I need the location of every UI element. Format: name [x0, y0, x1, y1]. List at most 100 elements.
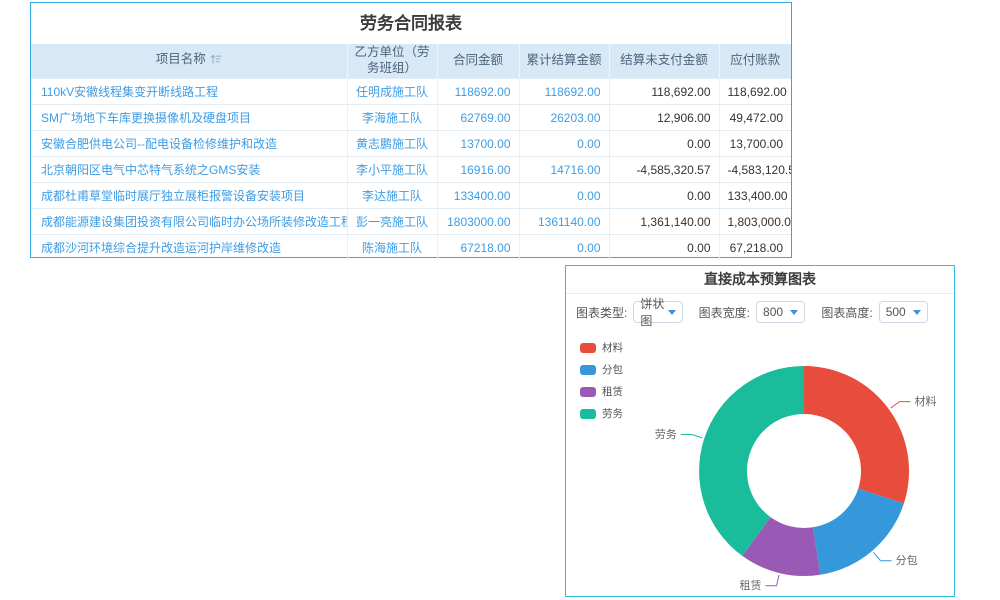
- cell-settled-amount: 26203.00: [519, 105, 609, 131]
- cell-project-name[interactable]: 安徽合肥供电公司--配电设备检修维护和改造: [31, 131, 347, 157]
- legend-label: 分包: [602, 362, 623, 377]
- legend-swatch: [580, 409, 596, 419]
- cell-contract-amount: 118692.00: [437, 79, 519, 105]
- cell-settled-amount: 0.00: [519, 235, 609, 261]
- cell-project-name[interactable]: 北京朝阳区电气中芯特气系统之GMS安装: [31, 157, 347, 183]
- column-header-team: 乙方单位（劳务班组）: [347, 44, 437, 79]
- chevron-down-icon: [790, 310, 798, 315]
- legend-label: 租赁: [602, 384, 623, 399]
- cell-team: 李小平施工队: [347, 157, 437, 183]
- cell-contract-amount: 16916.00: [437, 157, 519, 183]
- legend-swatch: [580, 365, 596, 375]
- chart-controls: 图表类型: 饼状图 图表宽度: 800 图表高度: 500: [566, 294, 954, 330]
- cell-unpaid-amount: 0.00: [609, 235, 719, 261]
- chart-type-label: 图表类型:: [576, 304, 627, 321]
- chart-type-select[interactable]: 饼状图: [633, 301, 682, 323]
- table-row[interactable]: 成都能源建设集团投资有限公司临时办公场所装修改造工程EPC彭一亮施工队18030…: [31, 209, 791, 235]
- pie-slice-分包[interactable]: [813, 489, 904, 575]
- cell-project-name[interactable]: 成都沙河环境综合提升改造运河护岸维修改造: [31, 235, 347, 261]
- cell-settled-amount: 14716.00: [519, 157, 609, 183]
- column-header-unpaid-amount: 结算未支付金额: [609, 44, 719, 79]
- chart-width-value: 800: [763, 305, 783, 319]
- chart-panel: 直接成本预算图表 图表类型: 饼状图 图表宽度: 800 图表高度: 500 材…: [565, 265, 955, 597]
- cell-unpaid-amount: 0.00: [609, 183, 719, 209]
- chart-height-select[interactable]: 500: [879, 301, 928, 323]
- cell-settled-amount: 0.00: [519, 131, 609, 157]
- cell-unpaid-amount: 1,361,140.00: [609, 209, 719, 235]
- cell-team: 彭一亮施工队: [347, 209, 437, 235]
- legend-item-材料[interactable]: 材料: [580, 340, 623, 355]
- table-row[interactable]: 安徽合肥供电公司--配电设备检修维护和改造黄志鹏施工队13700.000.000…: [31, 131, 791, 157]
- legend-label: 材料: [602, 340, 623, 355]
- chart-legend: 材料分包租赁劳务: [580, 340, 623, 428]
- slice-label: 租赁: [740, 578, 762, 592]
- cell-unpaid-amount: -4,585,320.57: [609, 157, 719, 183]
- chart-width-select[interactable]: 800: [756, 301, 805, 323]
- legend-item-租赁[interactable]: 租赁: [580, 384, 623, 399]
- legend-item-分包[interactable]: 分包: [580, 362, 623, 377]
- cell-team: 李达施工队: [347, 183, 437, 209]
- table-row[interactable]: 110kV安徽线程集变开断线路工程任明成施工队118692.00118692.0…: [31, 79, 791, 105]
- chart-area: 材料分包租赁劳务 材料分包租赁劳务: [566, 330, 954, 597]
- cell-payable: 133,400.00: [719, 183, 791, 209]
- cell-contract-amount: 67218.00: [437, 235, 519, 261]
- cell-team: 陈海施工队: [347, 235, 437, 261]
- chart-title: 直接成本预算图表: [566, 266, 954, 294]
- legend-swatch: [580, 387, 596, 397]
- legend-item-劳务[interactable]: 劳务: [580, 406, 623, 421]
- chart-height-label: 图表高度:: [821, 304, 872, 321]
- cell-contract-amount: 133400.00: [437, 183, 519, 209]
- column-header-project[interactable]: 项目名称: [31, 44, 347, 79]
- cell-payable: 49,472.00: [719, 105, 791, 131]
- cell-contract-amount: 13700.00: [437, 131, 519, 157]
- column-header-project-label: 项目名称: [156, 52, 206, 66]
- report-title: 劳务合同报表: [31, 3, 791, 44]
- slice-label: 材料: [915, 394, 937, 408]
- legend-label: 劳务: [602, 406, 623, 421]
- report-panel: 劳务合同报表 项目名称 乙方单位（劳务班组） 合同金额 累计结算金额 结算未支付…: [30, 2, 792, 258]
- legend-swatch: [580, 343, 596, 353]
- cell-unpaid-amount: 0.00: [609, 131, 719, 157]
- cell-payable: 118,692.00: [719, 79, 791, 105]
- cell-project-name[interactable]: SM广场地下车库更换摄像机及硬盘项目: [31, 105, 347, 131]
- cell-team: 任明成施工队: [347, 79, 437, 105]
- chart-width-label: 图表宽度:: [699, 304, 750, 321]
- label-leader-line: [874, 552, 892, 560]
- report-table-head: 项目名称 乙方单位（劳务班组） 合同金额 累计结算金额 结算未支付金额 应付账款: [31, 44, 791, 79]
- donut-chart: 材料分包租赁劳务: [566, 330, 954, 597]
- cell-settled-amount: 118692.00: [519, 79, 609, 105]
- label-leader-line: [681, 435, 702, 438]
- cell-payable: 67,218.00: [719, 235, 791, 261]
- column-header-settled-amount: 累计结算金额: [519, 44, 609, 79]
- table-row[interactable]: SM广场地下车库更换摄像机及硬盘项目李海施工队62769.0026203.001…: [31, 105, 791, 131]
- table-row[interactable]: 北京朝阳区电气中芯特气系统之GMS安装李小平施工队16916.0014716.0…: [31, 157, 791, 183]
- column-header-contract-amount: 合同金额: [437, 44, 519, 79]
- cell-project-name[interactable]: 成都能源建设集团投资有限公司临时办公场所装修改造工程EPC: [31, 209, 347, 235]
- table-row[interactable]: 成都沙河环境综合提升改造运河护岸维修改造陈海施工队67218.000.000.0…: [31, 235, 791, 261]
- chevron-down-icon: [668, 310, 676, 315]
- cell-contract-amount: 1803000.00: [437, 209, 519, 235]
- chevron-down-icon: [913, 310, 921, 315]
- label-leader-line: [766, 575, 780, 586]
- cell-unpaid-amount: 118,692.00: [609, 79, 719, 105]
- slice-label: 分包: [896, 554, 918, 567]
- cell-settled-amount: 1361140.00: [519, 209, 609, 235]
- cell-project-name[interactable]: 110kV安徽线程集变开断线路工程: [31, 79, 347, 105]
- pie-slice-材料[interactable]: [804, 366, 909, 503]
- cell-payable: 1,803,000.00: [719, 209, 791, 235]
- slice-label: 劳务: [655, 428, 677, 441]
- page: { "report": { "title": "劳务合同报表", "column…: [0, 0, 1000, 600]
- cell-contract-amount: 62769.00: [437, 105, 519, 131]
- header-row: 项目名称 乙方单位（劳务班组） 合同金额 累计结算金额 结算未支付金额 应付账款: [31, 44, 791, 79]
- chart-type-value: 饼状图: [640, 295, 667, 329]
- report-table-body: 110kV安徽线程集变开断线路工程任明成施工队118692.00118692.0…: [31, 79, 791, 261]
- cell-payable: 13,700.00: [719, 131, 791, 157]
- cell-project-name[interactable]: 成都杜甫草堂临时展厅独立展柜报警设备安装项目: [31, 183, 347, 209]
- sort-icon[interactable]: [210, 53, 222, 70]
- cell-team: 李海施工队: [347, 105, 437, 131]
- cell-payable: -4,583,120.57: [719, 157, 791, 183]
- column-header-payable: 应付账款: [719, 44, 791, 79]
- table-row[interactable]: 成都杜甫草堂临时展厅独立展柜报警设备安装项目李达施工队133400.00 0.00…: [31, 183, 791, 209]
- label-leader-line: [891, 402, 911, 409]
- report-table: 项目名称 乙方单位（劳务班组） 合同金额 累计结算金额 结算未支付金额 应付账款…: [31, 44, 791, 260]
